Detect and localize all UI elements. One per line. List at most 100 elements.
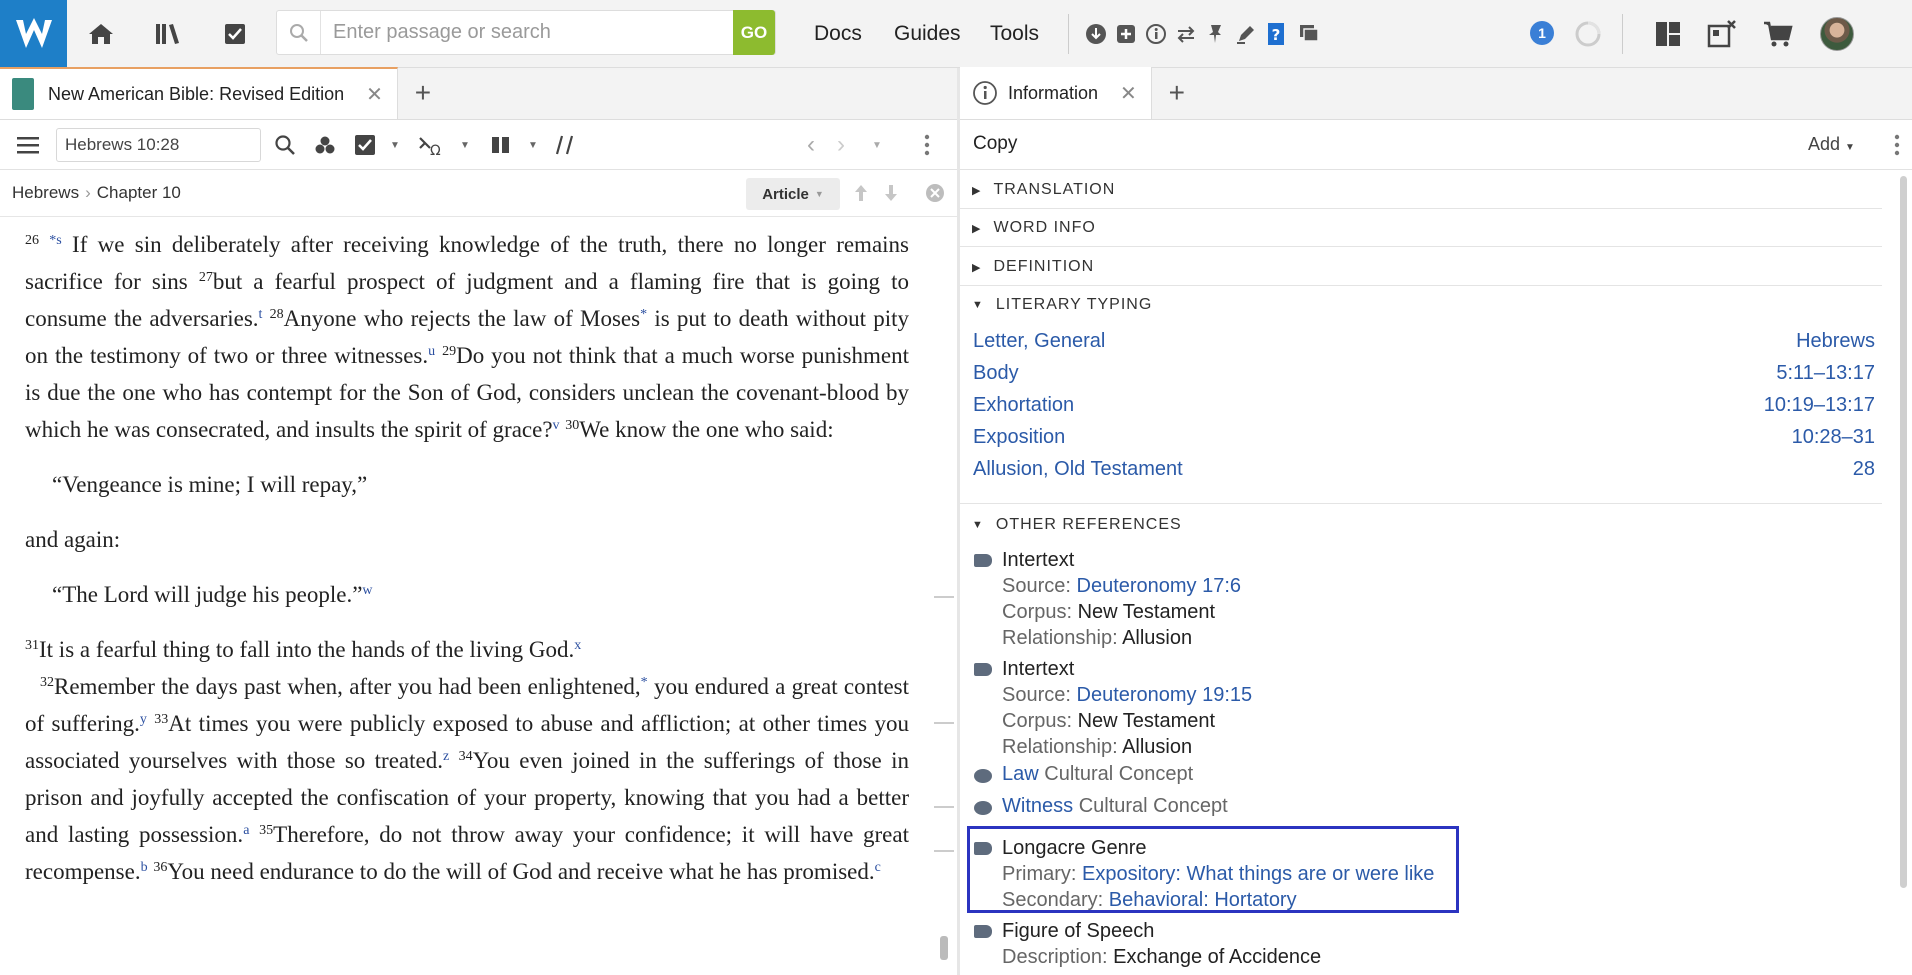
verse-number[interactable]: 35 [259, 823, 273, 838]
info-icon[interactable] [1144, 22, 1168, 46]
menu-guides[interactable]: Guides [894, 0, 961, 68]
footnote-marker[interactable]: b [141, 860, 148, 875]
article-dropdown[interactable]: Article ▼ [746, 178, 840, 210]
parallel-icon[interactable] [488, 132, 514, 158]
footnote-marker[interactable]: t [259, 307, 263, 322]
notification-badge[interactable]: 1 [1530, 21, 1554, 45]
close-layout-icon[interactable] [1704, 16, 1740, 52]
history-dropdown-icon[interactable]: ▼ [864, 132, 890, 158]
footnote-marker[interactable]: y [140, 712, 147, 727]
library-icon[interactable] [134, 0, 201, 68]
cart-icon[interactable] [1760, 16, 1796, 52]
verse-number[interactable]: 27 [199, 270, 213, 285]
close-tab-icon[interactable]: ✕ [1120, 81, 1137, 106]
literary-type-label[interactable]: Exposition [973, 426, 1065, 449]
reference-input[interactable]: Hebrews 10:28 [56, 128, 261, 162]
tab-bible[interactable]: New American Bible: Revised Edition ✕ [0, 67, 398, 119]
literary-type-range[interactable]: 5:11–13:17 [1776, 362, 1875, 385]
literary-type-row[interactable]: Body 5:11–13:17 [973, 362, 1875, 385]
user-avatar[interactable] [1820, 17, 1854, 51]
more-options-icon[interactable] [914, 132, 940, 158]
add-dropdown[interactable]: Add ▼ [1808, 134, 1855, 155]
breadcrumb-chapter[interactable]: Chapter 10 [97, 183, 181, 202]
literary-type-label[interactable]: Allusion, Old Testament [973, 458, 1183, 481]
visual-filter-icon[interactable] [312, 132, 338, 158]
chevron-down-icon[interactable]: ▼ [382, 132, 408, 158]
footnote-marker[interactable]: x [574, 638, 581, 653]
tasks-icon[interactable] [201, 0, 268, 68]
close-circle-icon[interactable] [922, 180, 948, 206]
verse-number[interactable]: 30 [565, 418, 579, 433]
tasks-icon[interactable] [352, 132, 378, 158]
interlinear-icon[interactable]: Ω [418, 132, 444, 158]
footnote-marker[interactable]: * [640, 307, 647, 322]
source-link[interactable]: Deuteronomy 19:15 [1077, 684, 1253, 706]
sync-arrows-icon[interactable] [1174, 22, 1198, 46]
scroll-thumb[interactable] [940, 936, 948, 960]
literary-type-label[interactable]: Body [973, 362, 1019, 385]
arrow-down-icon[interactable] [878, 180, 904, 206]
puzzle-icon[interactable] [1114, 22, 1138, 46]
source-link[interactable]: Deuteronomy 17:6 [1077, 575, 1242, 597]
literary-type-range[interactable]: Hebrews [1796, 330, 1875, 353]
pin-icon[interactable] [1204, 22, 1228, 46]
concept-link[interactable]: Law [1002, 763, 1039, 785]
breadcrumb-book[interactable]: Hebrews [12, 183, 79, 202]
verse-number[interactable]: 33 [154, 712, 168, 727]
home-icon[interactable] [67, 0, 134, 68]
add-tab-button[interactable]: + [1152, 67, 1202, 119]
footnote-marker[interactable]: u [428, 344, 435, 359]
literary-type-range[interactable]: 10:19–13:17 [1764, 394, 1875, 417]
literary-type-range[interactable]: 28 [1853, 458, 1875, 481]
search-icon[interactable] [272, 132, 298, 158]
menu-docs[interactable]: Docs [814, 0, 862, 68]
footnote-marker[interactable]: c [875, 860, 881, 875]
section-other-references[interactable]: ▼ OTHER REFERENCES [972, 516, 1182, 534]
section-word-info[interactable]: ▶ WORD INFO [972, 219, 1096, 237]
footnote-marker[interactable]: a [243, 823, 249, 838]
copy-button[interactable]: Copy [973, 133, 1017, 155]
back-icon[interactable]: ‹ [798, 131, 824, 158]
section-literary-typing[interactable]: ▼ LITERARY TYPING [972, 296, 1152, 314]
help-icon[interactable]: ? [1264, 22, 1288, 46]
verse-number[interactable]: 31 [25, 638, 39, 653]
verse-number[interactable]: 28 [270, 307, 284, 322]
verse-number[interactable]: 26 [25, 233, 39, 248]
verse-number[interactable]: 29 [442, 344, 456, 359]
chevron-down-icon[interactable]: ▼ [452, 132, 478, 158]
verse-number[interactable]: 32 [40, 675, 54, 690]
literary-type-label[interactable]: Letter, General [973, 330, 1105, 353]
menu-icon[interactable] [15, 132, 41, 158]
forward-icon[interactable]: › [828, 131, 854, 158]
section-definition[interactable]: ▶ DEFINITION [972, 258, 1094, 276]
layout-icon[interactable] [1650, 16, 1686, 52]
footnote-marker[interactable]: v [553, 418, 560, 433]
logos-logo-icon[interactable] [0, 0, 67, 68]
literary-type-range[interactable]: 10:28–31 [1792, 426, 1875, 449]
more-options-icon[interactable] [1884, 132, 1910, 158]
footnote-marker[interactable]: *s [49, 233, 61, 248]
literary-type-label[interactable]: Exhortation [973, 394, 1074, 417]
section-translation[interactable]: ▶ TRANSLATION [972, 181, 1115, 199]
highlighter-icon[interactable] [1234, 22, 1258, 46]
chevron-down-icon[interactable]: ▼ [520, 132, 546, 158]
close-tab-icon[interactable]: ✕ [366, 82, 383, 107]
footnote-marker[interactable]: * [641, 675, 648, 690]
parallel-resources-icon[interactable] [552, 132, 578, 158]
literary-type-row[interactable]: Exposition 10:28–31 [973, 426, 1875, 449]
info-scrollbar[interactable] [1900, 176, 1907, 888]
tab-information[interactable]: Information ✕ [960, 67, 1152, 119]
search-input[interactable] [321, 21, 733, 44]
literary-type-row[interactable]: Exhortation 10:19–13:17 [973, 394, 1875, 417]
verse-number[interactable]: 34 [459, 749, 473, 764]
verse-number[interactable]: 36 [153, 860, 167, 875]
download-icon[interactable] [1084, 22, 1108, 46]
footnote-marker[interactable]: z [443, 749, 449, 764]
text-scrollbar[interactable] [934, 224, 954, 964]
arrow-up-icon[interactable] [848, 180, 874, 206]
concept-link[interactable]: Witness [1002, 795, 1073, 817]
literary-type-row[interactable]: Letter, General Hebrews [973, 330, 1875, 353]
footnote-marker[interactable]: w [362, 583, 372, 598]
windows-icon[interactable] [1298, 22, 1322, 46]
add-tab-button[interactable]: + [398, 67, 448, 119]
